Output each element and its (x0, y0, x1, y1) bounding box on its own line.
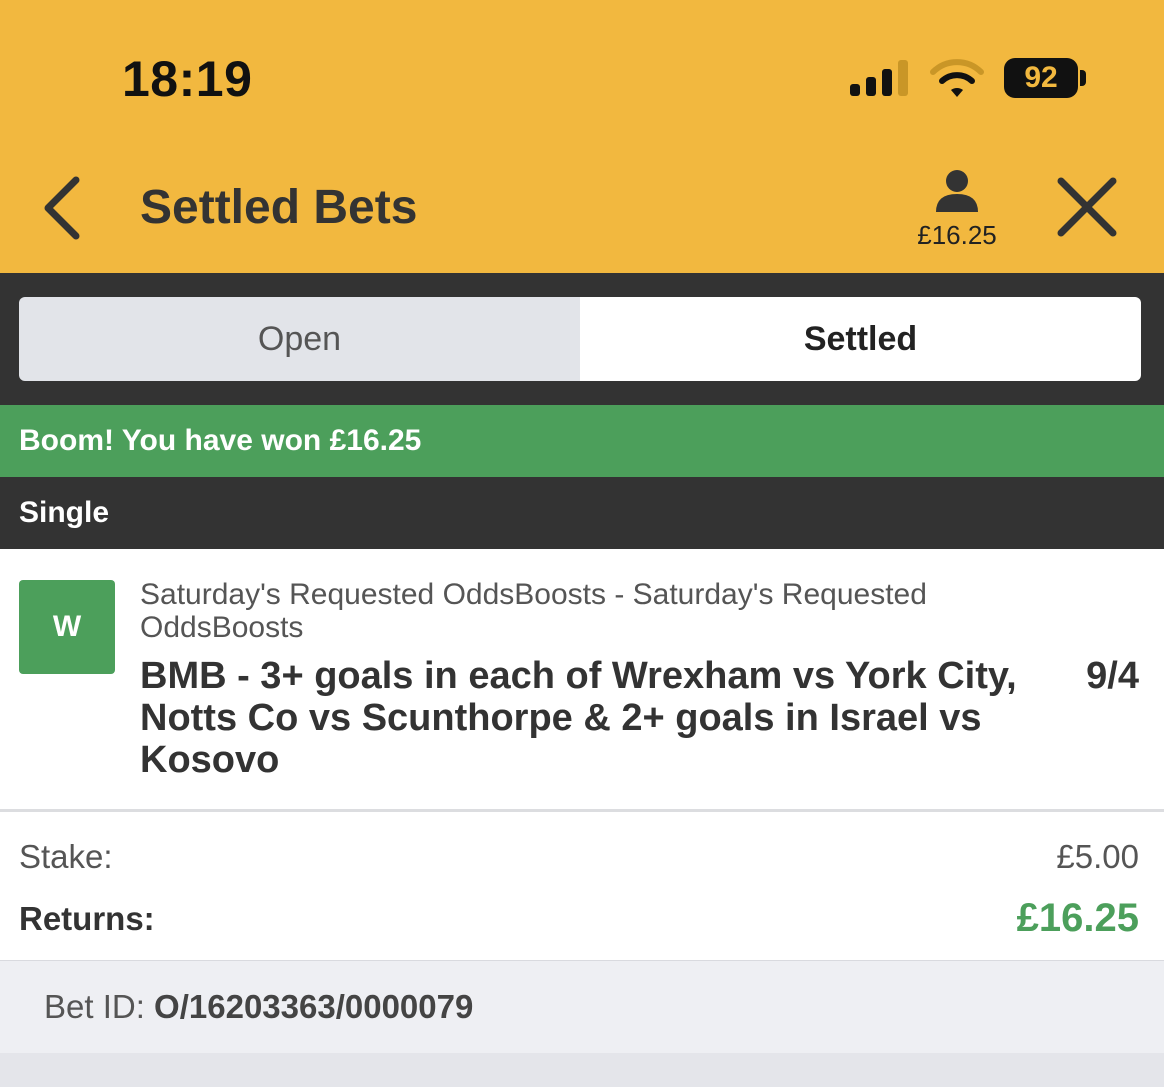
user-icon (936, 170, 978, 212)
bet-odds: 9/4 (1086, 655, 1139, 697)
battery-tip (1080, 70, 1086, 86)
win-banner: Boom! You have won £16.25 (0, 405, 1164, 477)
returns-value: £16.25 (1016, 896, 1139, 940)
tab-open[interactable]: Open (19, 297, 580, 381)
event-name: Saturday's Requested OddsBoosts - Saturd… (140, 578, 927, 644)
stake-value: £5.00 (1056, 838, 1139, 875)
close-button[interactable] (1056, 176, 1118, 238)
stake-label: Stake: (19, 838, 113, 875)
app-header: 18:19 92 Settled Bets £16.25 (0, 0, 1164, 273)
segmented-control: Open Settled (19, 297, 1141, 381)
wifi-icon (930, 59, 984, 97)
account-button[interactable]: £16.25 (902, 164, 1012, 254)
bet-type-header: Single (0, 477, 1164, 549)
returns-label: Returns: (19, 900, 155, 937)
account-balance: £16.25 (917, 220, 997, 250)
bet-id-label: Bet ID: (44, 988, 145, 1025)
tabs-bar: Open Settled (0, 273, 1164, 405)
result-badge: W (19, 580, 115, 674)
bet-id: Bet ID: O/16203363/0000079 (44, 988, 473, 1026)
tab-settled[interactable]: Settled (580, 297, 1141, 381)
bet-id-value: O/16203363/0000079 (154, 988, 474, 1025)
status-time: 18:19 (122, 51, 253, 107)
signal-bars-icon (850, 60, 908, 96)
bet-summary: Stake: £5.00 Returns: £16.25 (0, 812, 1164, 960)
bet-card[interactable]: W Saturday's Requested OddsBoosts - Satu… (0, 549, 1164, 809)
bet-id-row: Bet ID: O/16203363/0000079 (0, 960, 1164, 1053)
selection-name: BMB - 3+ goals in each of Wrexham vs Yor… (140, 655, 1017, 781)
back-button[interactable] (40, 176, 84, 240)
battery-indicator: 92 (1004, 58, 1078, 98)
page-title: Settled Bets (140, 181, 418, 234)
